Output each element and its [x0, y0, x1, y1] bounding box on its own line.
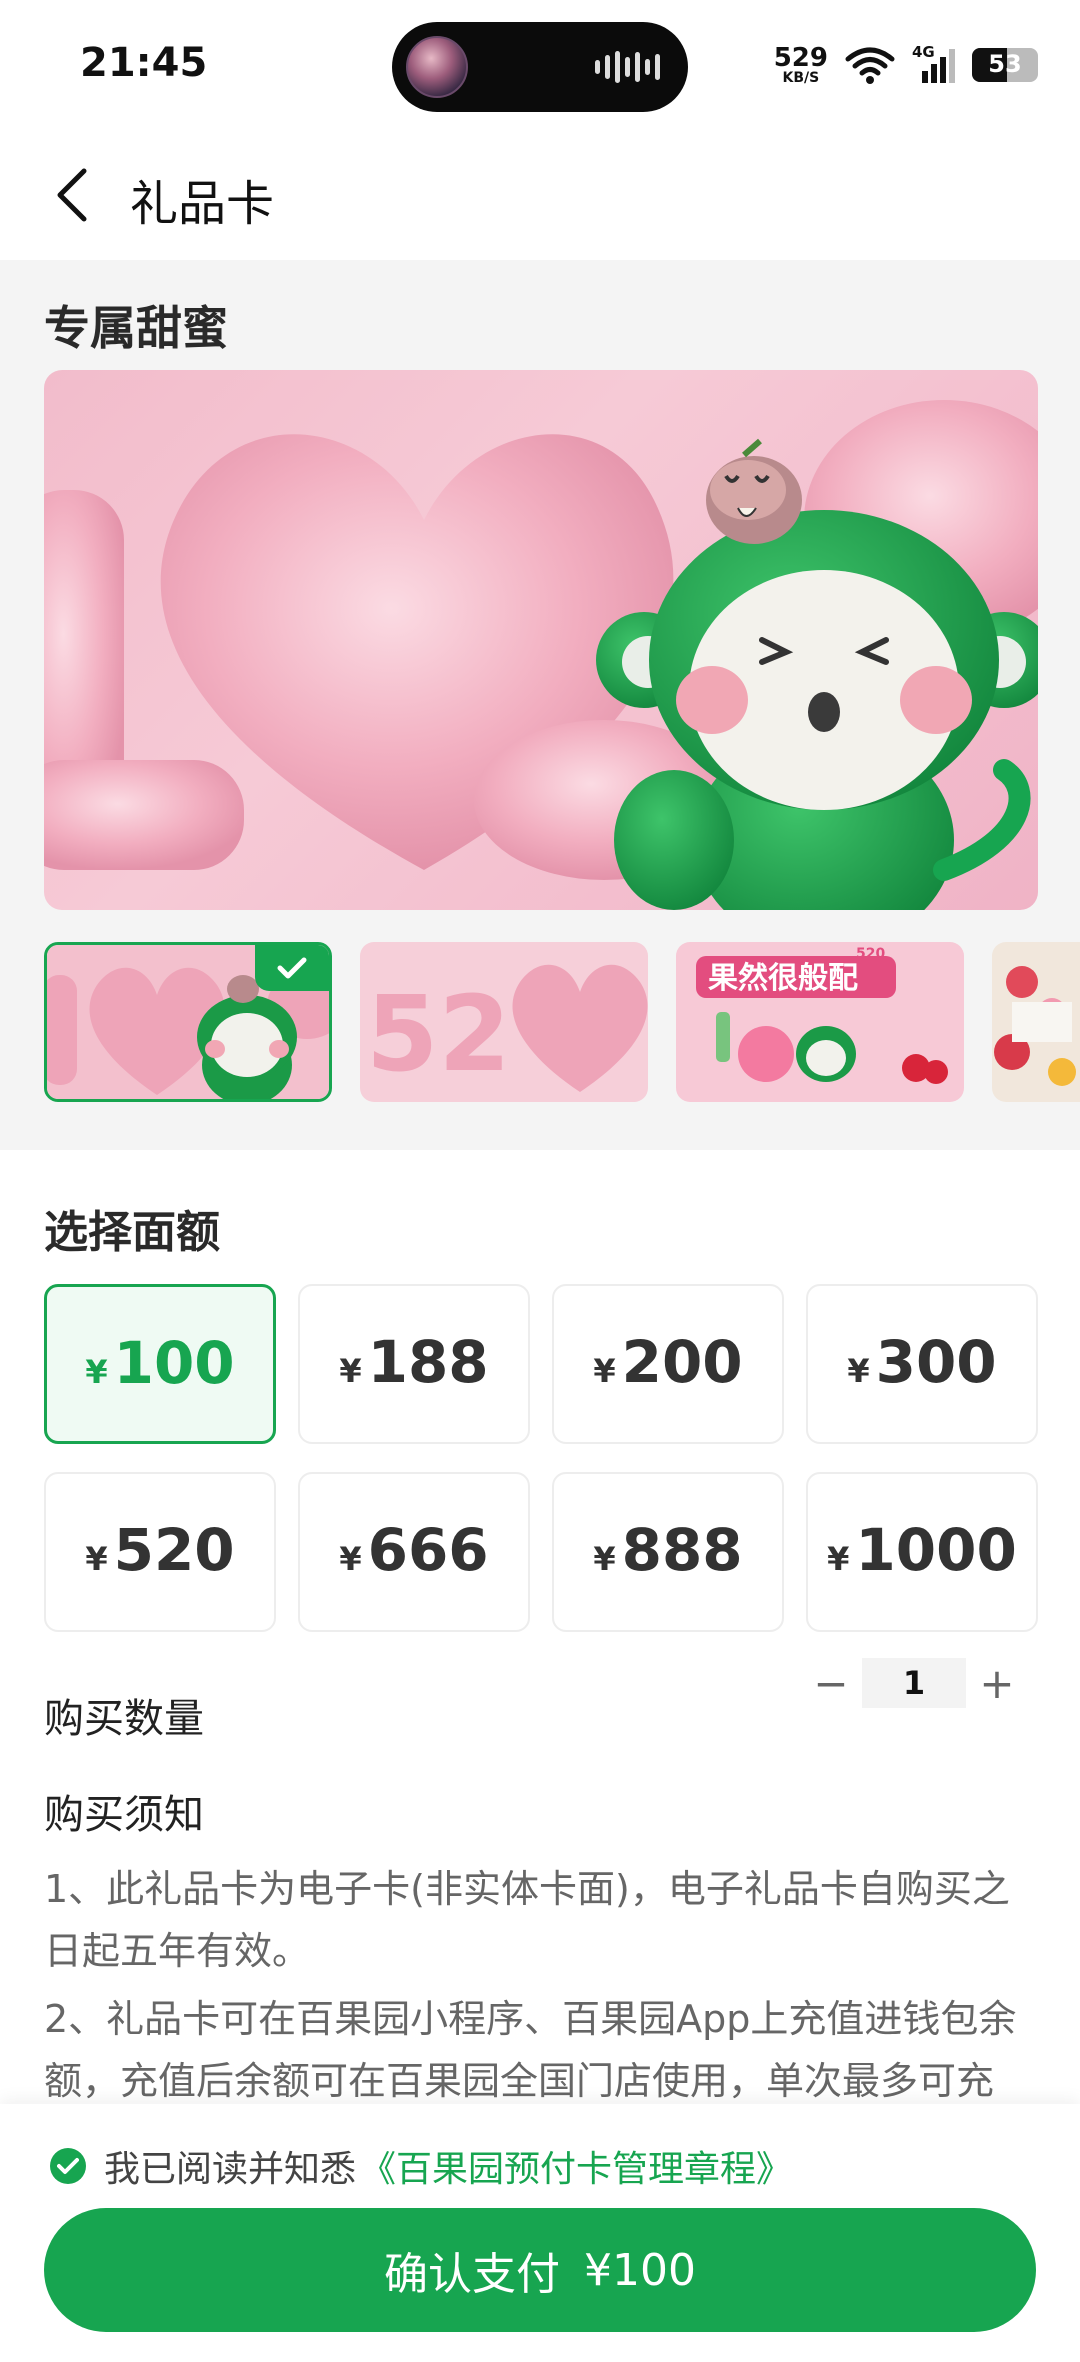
currency-symbol: ¥: [593, 1352, 616, 1390]
denomination-title: 选择面额: [44, 1207, 220, 1258]
currency-symbol: ¥: [827, 1540, 850, 1578]
net-speed-value: 529: [773, 43, 828, 73]
denomination-option[interactable]: ¥888: [552, 1472, 784, 1632]
denomination-amount: 888: [621, 1516, 743, 1584]
currency-symbol: ¥: [339, 1540, 362, 1578]
currency-symbol: ¥: [593, 1540, 616, 1578]
gift-card-artwork: [44, 400, 1038, 910]
now-playing-avatar: [406, 36, 468, 98]
page-header: 礼品卡: [0, 130, 1080, 260]
increase-button[interactable]: +: [966, 1656, 1028, 1710]
dynamic-island[interactable]: [392, 22, 688, 112]
denomination-option[interactable]: ¥300: [806, 1284, 1038, 1444]
denomination-amount: 188: [367, 1328, 489, 1396]
denomination-grid: ¥100 ¥188 ¥200 ¥300 ¥520 ¥666 ¥888 ¥1000: [44, 1284, 1038, 1632]
card-thumbnail-list[interactable]: 52 果然很般配 520: [44, 942, 1080, 1102]
status-bar: 21:45 529 KB/S 4G 53: [0, 0, 1080, 130]
gift-card-preview: [44, 370, 1038, 910]
thumbnail-image: [992, 942, 1080, 1102]
denomination-amount: 100: [113, 1329, 235, 1397]
battery-icon: 53: [972, 48, 1038, 82]
quantity-value[interactable]: 1: [862, 1658, 966, 1708]
chevron-left-icon: [57, 168, 87, 222]
denomination-amount: 666: [367, 1516, 489, 1584]
denomination-amount: 300: [875, 1328, 997, 1396]
currency-symbol: ¥: [339, 1352, 362, 1390]
thumbnail-caption: 果然很般配: [708, 961, 858, 996]
denomination-option[interactable]: ¥100: [44, 1284, 276, 1444]
currency-symbol: ¥: [85, 1540, 108, 1578]
purchase-notice-body: 1、此礼品卡为电子卡(非实体卡面)，电子礼品卡自购买之日起五年有效。 2、礼品卡…: [44, 1858, 1040, 2118]
battery-percent: 53: [988, 50, 1022, 78]
back-button[interactable]: [44, 160, 100, 230]
agreement-text: 我已阅读并知悉: [104, 2149, 357, 2190]
card-thumbnail-flowers[interactable]: [992, 942, 1080, 1102]
denomination-option[interactable]: ¥200: [552, 1284, 784, 1444]
agreement-row: 我已阅读并知悉 《百果园预付卡管理章程》: [50, 2140, 792, 2192]
card-thumbnail-love-monkey[interactable]: [44, 942, 332, 1102]
net-speed-unit: KB/S: [782, 70, 820, 86]
card-thumbnail-good-match[interactable]: 果然很般配 520: [676, 942, 964, 1102]
status-indicators: 529 KB/S 4G 53: [774, 40, 1038, 90]
svg-text:52: 52: [366, 973, 511, 1095]
denomination-amount: 520: [113, 1516, 235, 1584]
selected-check-icon: [255, 945, 329, 991]
quantity-label: 购买数量: [44, 1696, 204, 1742]
net-speed: 529 KB/S: [774, 45, 828, 85]
denomination-option[interactable]: ¥1000: [806, 1472, 1038, 1632]
checkout-bar: 我已阅读并知悉 《百果园预付卡管理章程》 确认支付 ¥100: [0, 2104, 1080, 2362]
notice-item: 2、礼品卡可在百果园小程序、百果园App上充值进钱包余额，充值后余额可在百果园全…: [44, 1997, 1017, 2103]
card-design-section: 专属甜蜜 52 果然很般配 520: [0, 260, 1080, 1150]
confirm-pay-button[interactable]: 确认支付 ¥100: [44, 2208, 1036, 2332]
agreement-link[interactable]: 《百果园预付卡管理章程》: [360, 2140, 792, 2192]
denomination-amount: 200: [621, 1328, 743, 1396]
thumbnail-badge: 520: [856, 946, 885, 962]
thumbnail-image: 果然很般配 520: [676, 942, 964, 1102]
audio-wave-icon: [595, 50, 660, 84]
currency-symbol: ¥: [85, 1353, 108, 1391]
agreement-checkbox[interactable]: [50, 2148, 86, 2184]
denomination-option[interactable]: ¥188: [298, 1284, 530, 1444]
wifi-icon: [845, 47, 895, 84]
thumbnail-image: 52: [360, 942, 648, 1102]
pay-button-label: 确认支付: [384, 2249, 560, 2300]
check-icon: [57, 2158, 79, 2174]
cellular-signal-icon: 4G: [912, 43, 956, 85]
purchase-notice-title: 购买须知: [44, 1792, 204, 1838]
decrease-button[interactable]: −: [800, 1656, 862, 1710]
card-theme-title: 专属甜蜜: [44, 301, 228, 355]
notice-item: 1、此礼品卡为电子卡(非实体卡面)，电子礼品卡自购买之日起五年有效。: [44, 1867, 1010, 1973]
denomination-option[interactable]: ¥666: [298, 1472, 530, 1632]
currency-symbol: ¥: [847, 1352, 870, 1390]
card-thumbnail-520[interactable]: 52: [360, 942, 648, 1102]
page-title: 礼品卡: [130, 176, 275, 232]
denomination-amount: 1000: [855, 1516, 1017, 1584]
pay-button-amount: ¥100: [584, 2244, 696, 2296]
status-time: 21:45: [80, 40, 208, 86]
denomination-option[interactable]: ¥520: [44, 1472, 276, 1632]
quantity-stepper: − 1 +: [800, 1656, 1036, 1710]
